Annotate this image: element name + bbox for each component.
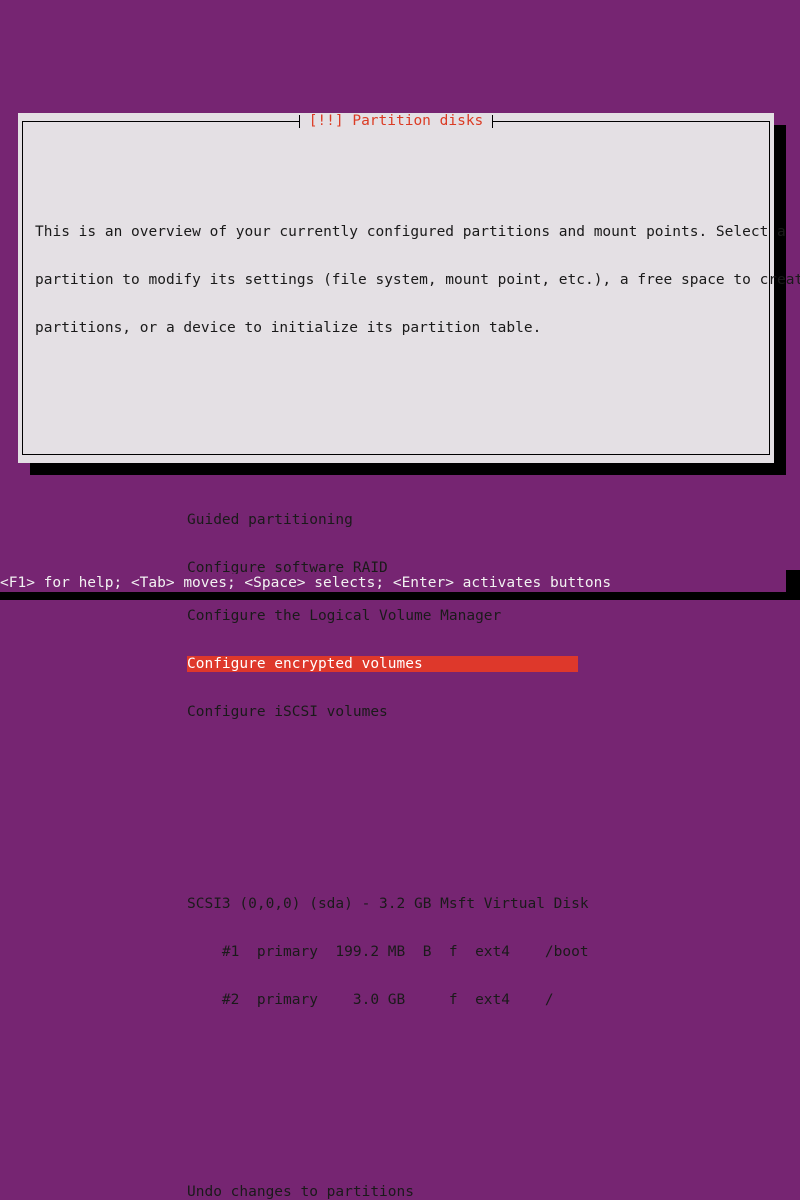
partitioning-menu: Guided partitioning Configure software R… [23, 480, 769, 752]
disk-overview: SCSI3 (0,0,0) (sda) - 3.2 GB Msft Virtua… [23, 864, 769, 1040]
spacer-after-intro [23, 416, 769, 432]
partition-row-2[interactable]: #2 primary 3.0 GB f ext4 / [187, 992, 769, 1008]
menu-item-guided-partitioning[interactable]: Guided partitioning [187, 512, 769, 528]
intro-line-2: partition to modify its settings (file s… [35, 272, 800, 288]
menu-item-configure-iscsi-volumes[interactable]: Configure iSCSI volumes [187, 704, 769, 720]
right-black-corner [786, 570, 800, 600]
status-bar: <F1> for help; <Tab> moves; <Space> sele… [0, 574, 800, 592]
intro-paragraph: This is an overview of your currently co… [23, 192, 800, 368]
intro-line-1: This is an overview of your currently co… [35, 224, 786, 240]
partition-disks-dialog: [!!] Partition disks This is an overview… [18, 113, 800, 1200]
partition-row-1[interactable]: #1 primary 199.2 MB B f ext4 /boot [187, 944, 769, 960]
menu-item-configure-encrypted-volumes[interactable]: Configure encrypted volumes [187, 656, 578, 672]
disk-header-sda[interactable]: SCSI3 (0,0,0) (sda) - 3.2 GB Msft Virtua… [187, 896, 769, 912]
partition-actions: Undo changes to partitions Finish partit… [23, 1152, 769, 1200]
spacer-after-disk [23, 1088, 769, 1104]
spacer-after-menu [23, 800, 769, 816]
intro-line-3: partitions, or a device to initialize it… [35, 320, 542, 336]
action-undo-changes[interactable]: Undo changes to partitions [187, 1184, 769, 1200]
bottom-black-band [0, 592, 800, 600]
menu-item-configure-lvm[interactable]: Configure the Logical Volume Manager [187, 608, 769, 624]
dialog-content: This is an overview of your currently co… [23, 122, 800, 1200]
